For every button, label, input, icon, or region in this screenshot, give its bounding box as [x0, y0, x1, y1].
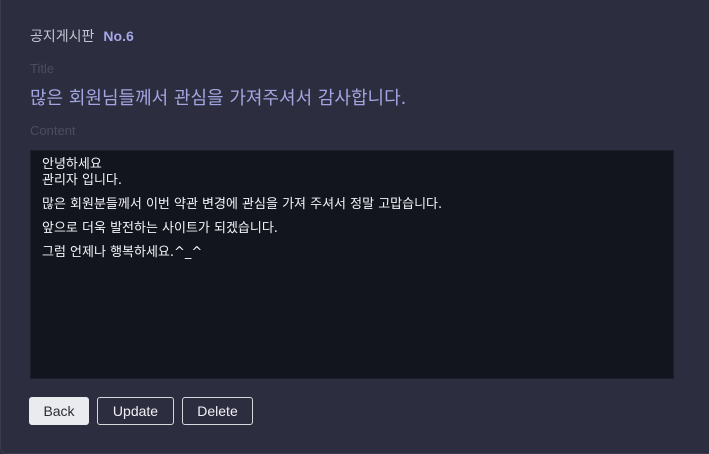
post-content[interactable]: 안녕하세요 관리자 입니다. 많은 회원분들께서 이번 약관 변경에 관심을 가… — [30, 150, 674, 379]
delete-button[interactable]: Delete — [182, 397, 253, 425]
update-button[interactable]: Update — [97, 397, 174, 425]
content-line: 앞으로 더욱 발전하는 사이트가 되겠습니다. — [42, 221, 278, 236]
content-label: Content — [30, 123, 76, 138]
content-line: 그럼 언제나 행복하세요.^_^ — [42, 245, 203, 260]
back-button[interactable]: Back — [29, 397, 89, 425]
post-detail-panel: 공지게시판 No.6 Title 많은 회원님들께서 관심을 가져주셔서 감사합… — [0, 0, 709, 454]
board-header: 공지게시판 No.6 — [30, 26, 134, 46]
content-line: 많은 회원분들께서 이번 약관 변경에 관심을 가져 주셔서 정말 고맙습니다. — [42, 197, 443, 212]
content-line: 안녕하세요 — [42, 157, 102, 172]
post-number: No.6 — [103, 28, 134, 44]
action-buttons: Back Update Delete — [29, 397, 253, 425]
post-title: 많은 회원님들께서 관심을 가져주셔서 감사합니다. — [30, 88, 407, 109]
title-label: Title — [30, 61, 55, 76]
board-name: 공지게시판 — [30, 29, 95, 45]
content-line: 관리자 입니다. — [42, 173, 123, 188]
